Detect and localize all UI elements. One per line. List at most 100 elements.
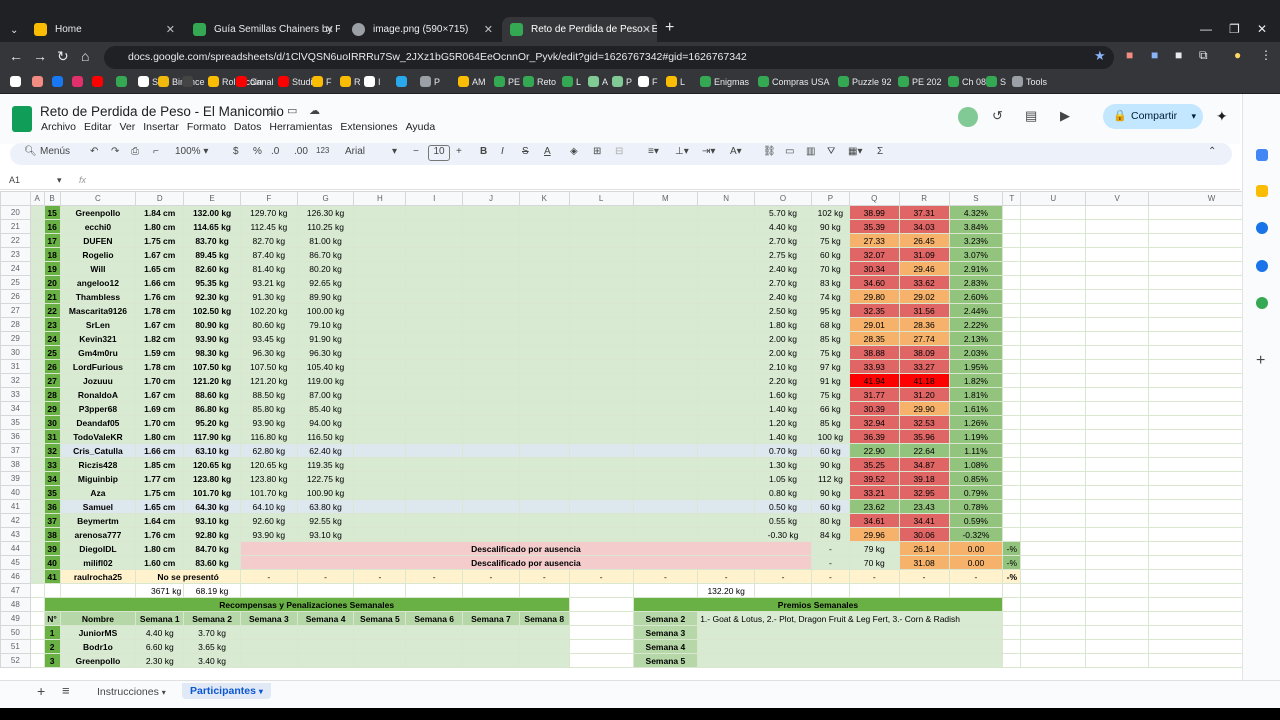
participant-name[interactable]: Greenpollo	[59, 205, 137, 220]
menu-ayuda[interactable]: Ayuda	[406, 121, 436, 133]
percent-lost-cell[interactable]: 3.84%	[948, 219, 1004, 234]
dash-cell[interactable]: -	[848, 569, 900, 584]
target-weight-cell[interactable]: 83 kg	[810, 275, 850, 290]
start-weight-cell[interactable]: 121.20 kg	[183, 373, 241, 388]
empty-week-cell[interactable]	[405, 457, 464, 472]
week2-weight-cell[interactable]: 126.30 kg	[296, 205, 355, 220]
empty-week-cell[interactable]	[632, 485, 699, 500]
weight-lost-cell[interactable]: 2.50 kg	[754, 303, 812, 318]
cell-a[interactable]	[29, 275, 45, 290]
bmi-start-cell[interactable]: 22.90	[848, 443, 900, 458]
cell[interactable]	[754, 583, 812, 598]
target-weight-cell[interactable]: 60 kg	[810, 443, 850, 458]
maximize-button[interactable]: ❐	[1229, 22, 1240, 36]
empty-week-cell[interactable]	[697, 429, 756, 444]
percent-lost-cell[interactable]: -%	[1002, 555, 1022, 570]
empty-week-cell[interactable]	[568, 443, 634, 458]
empty-week-cell[interactable]	[353, 205, 407, 220]
percent-lost-cell[interactable]: 0.78%	[948, 499, 1004, 514]
redo-icon[interactable]: ↷	[111, 146, 119, 157]
empty-week-cell[interactable]	[353, 373, 407, 388]
participant-number[interactable]: 22	[43, 303, 61, 318]
cell-u[interactable]	[1020, 247, 1087, 262]
new-tab-button[interactable]: +	[665, 19, 674, 37]
weight-lost-cell[interactable]: 1.05 kg	[754, 471, 812, 486]
percent-lost-cell[interactable]: 2.83%	[948, 275, 1004, 290]
empty-week-cell[interactable]	[697, 233, 756, 248]
cell-t[interactable]	[1020, 569, 1087, 584]
weight-lost-cell[interactable]: 0.55 kg	[754, 513, 812, 528]
cell[interactable]	[568, 639, 634, 654]
column-header-m[interactable]: M	[632, 191, 699, 206]
weight-lost-cell[interactable]: 2.10 kg	[754, 359, 812, 374]
empty-week-cell[interactable]	[462, 289, 520, 304]
bmi-start-cell[interactable]: 27.33	[848, 233, 900, 248]
week1-weight-cell[interactable]: 93.90 kg	[239, 527, 298, 542]
browser-tab-reto[interactable]: Reto de Perdida de Peso - El M✕	[502, 17, 657, 42]
start-weight-cell[interactable]: 93.90 kg	[183, 331, 241, 346]
empty-week-cell[interactable]	[632, 317, 699, 332]
empty-week-cell[interactable]	[462, 345, 520, 360]
column-header-c[interactable]: C	[59, 191, 137, 206]
cell-u[interactable]	[1020, 527, 1087, 542]
cell-a[interactable]	[29, 555, 45, 570]
empty-week-cell[interactable]	[697, 247, 756, 262]
bmi-start-cell[interactable]: 31.08	[898, 555, 950, 570]
target-weight-cell[interactable]: 91 kg	[810, 373, 850, 388]
empty-week-cell[interactable]	[632, 527, 699, 542]
cell-t[interactable]	[1002, 415, 1022, 430]
cell[interactable]	[810, 583, 850, 598]
empty-week-cell[interactable]	[518, 457, 570, 472]
start-weight-cell[interactable]: 114.65 kg	[183, 219, 241, 234]
cell[interactable]	[1002, 625, 1022, 640]
cell-u[interactable]	[1020, 499, 1087, 514]
url-bar[interactable]: docs.google.com/spreadsheets/d/1ClVQSN6u…	[104, 46, 1114, 69]
empty-week-cell[interactable]	[632, 471, 699, 486]
cell-t[interactable]	[1002, 219, 1022, 234]
extension-icon[interactable]: ■	[1126, 48, 1133, 62]
reward-week-empty[interactable]	[239, 625, 298, 640]
week2-weight-cell[interactable]: 63.80 kg	[296, 499, 355, 514]
week1-weight-cell[interactable]: 120.65 kg	[239, 457, 298, 472]
week2-weight-cell[interactable]: 62.40 kg	[296, 443, 355, 458]
week2-weight-cell[interactable]: 122.75 kg	[296, 471, 355, 486]
chevron-up-icon[interactable]: ⌃	[1208, 146, 1216, 157]
participant-number[interactable]: 39	[43, 541, 61, 556]
empty-week-cell[interactable]	[353, 233, 407, 248]
cell-t[interactable]	[1002, 261, 1022, 276]
empty-week-cell[interactable]	[462, 457, 520, 472]
average-weight-cell[interactable]: 68.19 kg	[183, 583, 241, 598]
empty-week-cell[interactable]	[568, 233, 634, 248]
bmi-current-cell[interactable]: 31.56	[898, 303, 950, 318]
empty-week-cell[interactable]	[353, 247, 407, 262]
participant-name[interactable]: RonaldoA	[59, 387, 137, 402]
participant-number[interactable]: 26	[43, 359, 61, 374]
empty-week-cell[interactable]	[518, 233, 570, 248]
reward-week-empty[interactable]	[462, 653, 520, 668]
bmi-current-cell[interactable]: 29.46	[898, 261, 950, 276]
target-weight-cell[interactable]: 70 kg	[810, 261, 850, 276]
cell-t[interactable]	[1002, 429, 1022, 444]
week2-weight-cell[interactable]: 81.00 kg	[296, 233, 355, 248]
empty-week-cell[interactable]	[405, 373, 464, 388]
cell[interactable]	[296, 583, 355, 598]
row-number[interactable]: 50	[0, 625, 31, 640]
percent-lost-cell[interactable]: 1.08%	[948, 457, 1004, 472]
participant-name[interactable]: Will	[59, 261, 137, 276]
target-weight-cell[interactable]: 60 kg	[810, 247, 850, 262]
reward-week2[interactable]: 3.40 kg	[183, 653, 241, 668]
empty-week-cell[interactable]	[462, 275, 520, 290]
cell[interactable]	[405, 583, 464, 598]
empty-week-cell[interactable]	[353, 499, 407, 514]
column-header-f[interactable]: F	[239, 191, 298, 206]
week1-weight-cell[interactable]: 121.20 kg	[239, 373, 298, 388]
bookmark-item[interactable]: Puzzle 92	[838, 76, 892, 87]
column-header-d[interactable]: D	[135, 191, 185, 206]
participant-number[interactable]: 37	[43, 513, 61, 528]
cell-a[interactable]	[29, 541, 45, 556]
empty-week-cell[interactable]	[353, 429, 407, 444]
empty-week-cell[interactable]	[697, 317, 756, 332]
empty-week-cell[interactable]	[462, 443, 520, 458]
empty-week-cell[interactable]	[568, 527, 634, 542]
cell-v[interactable]	[1085, 443, 1150, 458]
